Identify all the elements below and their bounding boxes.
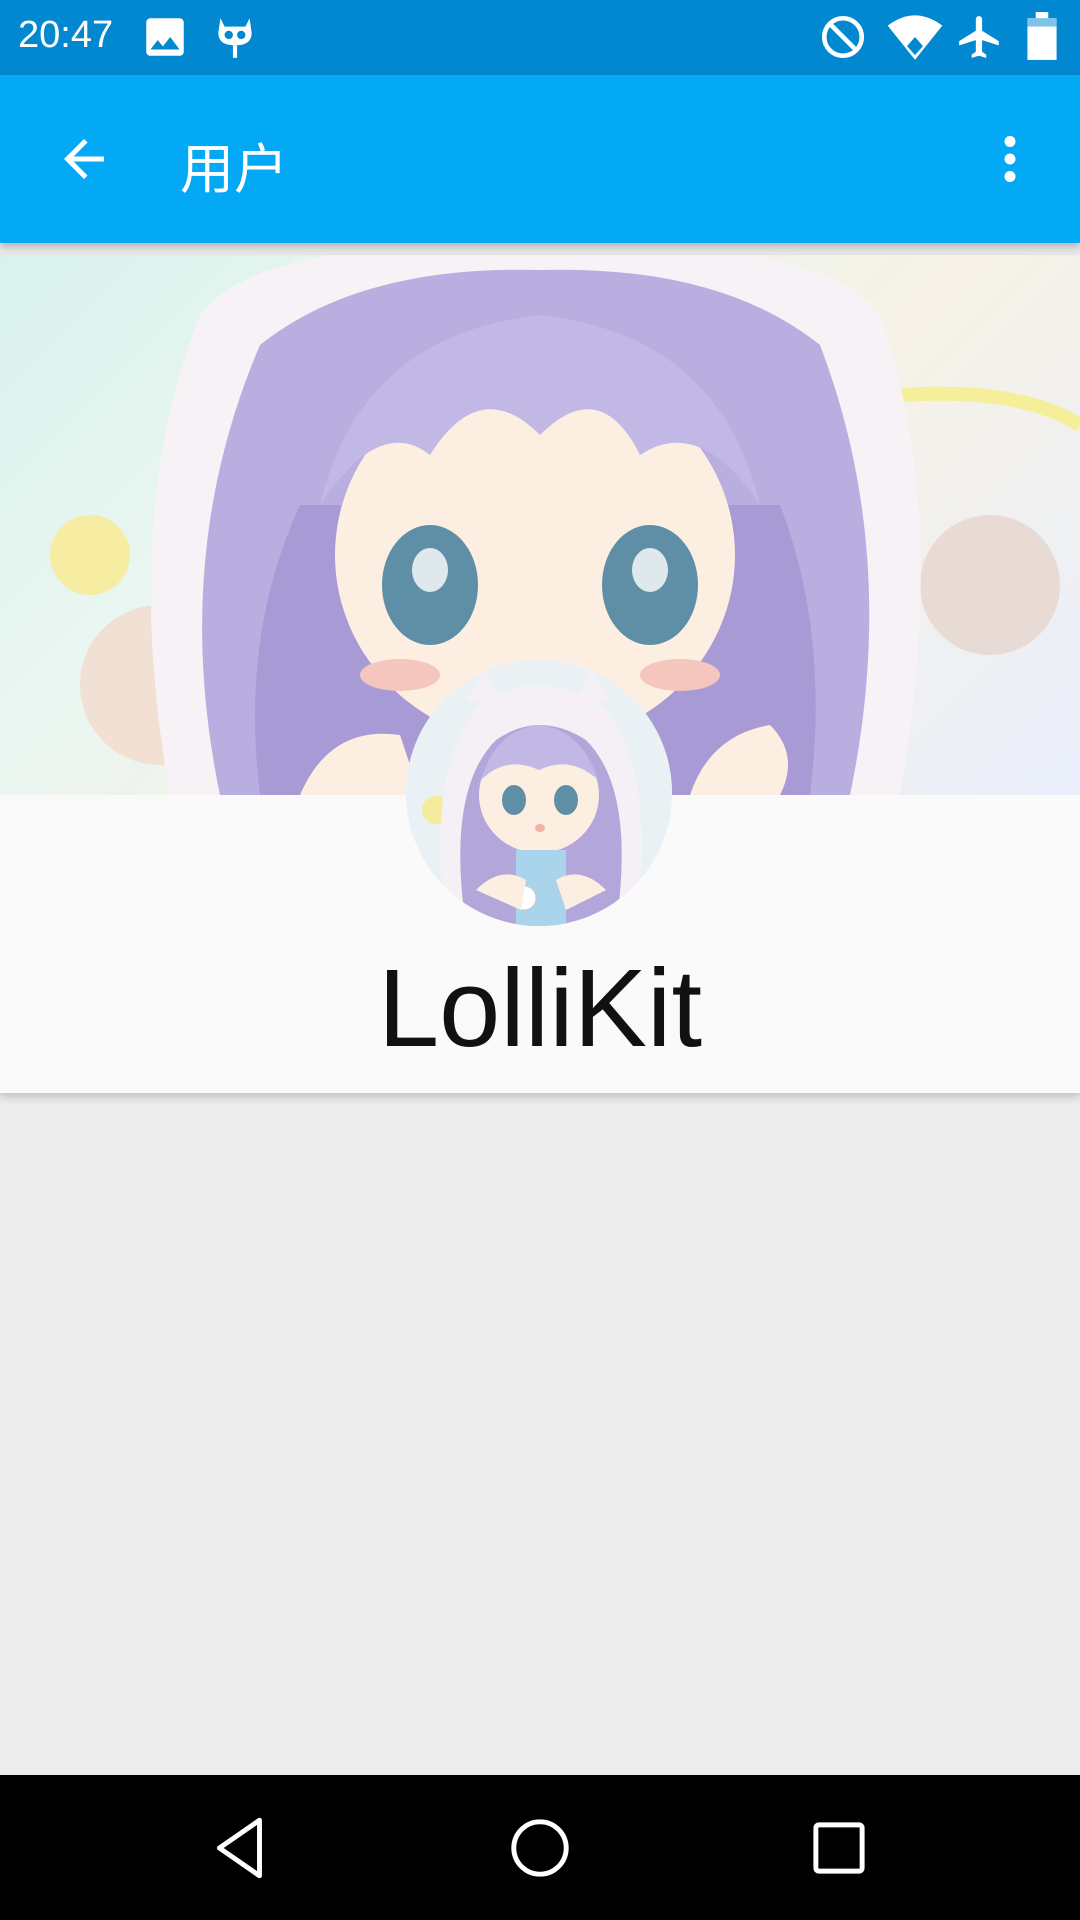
wifi-icon [885,12,945,62]
back-triangle-icon [216,1817,262,1879]
navigation-bar [0,1775,1080,1920]
nav-home-button[interactable] [503,1811,577,1885]
do-not-disturb-icon [818,12,868,62]
more-vert-icon [1004,136,1016,182]
status-bar: 20:47 [0,0,1080,75]
page-title: 用户 [180,138,288,201]
arrow-back-icon [64,139,104,179]
back-button[interactable] [44,119,124,199]
app-bar: 用户 [0,75,1080,243]
home-circle-icon [511,1819,569,1877]
avatar[interactable] [406,660,672,926]
username: LolliKit [377,947,703,1070]
profile-card: LolliKit [0,255,1080,1093]
airplane-mode-icon [955,12,1005,62]
recents-square-icon [813,1822,865,1874]
cyanogen-mascot-icon [210,12,260,62]
overflow-menu-button[interactable] [970,119,1050,199]
status-time: 20:47 [18,14,114,56]
nav-back-button[interactable] [204,1811,278,1885]
nav-recents-button[interactable] [802,1811,876,1885]
image-icon [140,12,190,62]
battery-icon [1022,12,1062,62]
